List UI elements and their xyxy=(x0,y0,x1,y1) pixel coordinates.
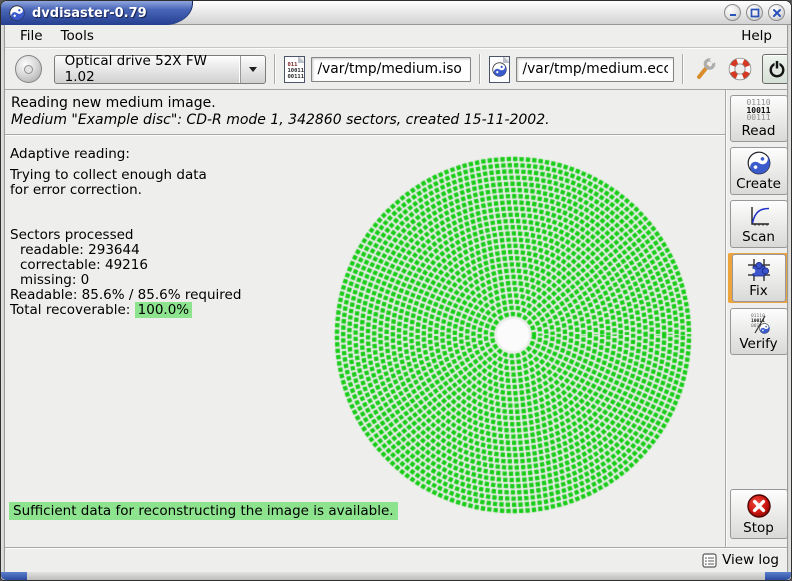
status-header: Reading new medium image. Medium "Exampl… xyxy=(1,90,725,134)
disc-spiral-visualization xyxy=(328,150,698,520)
binary-rows-icon: 01110 10011 00111 xyxy=(746,99,770,122)
fix-highlight: Fix xyxy=(728,253,790,303)
menu-help[interactable]: Help xyxy=(732,26,781,46)
verify-icon: 01110 10011 00111 xyxy=(746,312,772,335)
ecc-path-input[interactable] xyxy=(516,57,674,82)
app-yinyang-icon xyxy=(9,5,25,21)
create-button[interactable]: Create xyxy=(730,147,788,195)
stop-icon xyxy=(746,493,772,519)
body: Reading new medium image. Medium "Exampl… xyxy=(1,90,791,547)
verify-label: Verify xyxy=(739,336,777,352)
success-message: Sufficient data for reconstructing the i… xyxy=(9,502,398,520)
lifebuoy-icon xyxy=(727,56,753,82)
help-button[interactable] xyxy=(727,56,753,82)
create-label: Create xyxy=(736,176,781,192)
stop-label: Stop xyxy=(743,520,774,536)
ecc-yinyang-icon xyxy=(492,62,507,77)
action-sidebar: 01110 10011 00111 Read Create Scan xyxy=(725,90,791,547)
menu-file[interactable]: File xyxy=(11,26,52,46)
minimize-icon xyxy=(728,8,738,18)
toolbar: Optical drive 52X FW 1.02 011 10011 0011… xyxy=(1,48,791,90)
close-icon xyxy=(772,8,782,18)
total-recoverable-value: 100.0% xyxy=(135,302,192,318)
optical-drive-icon xyxy=(15,55,42,83)
menu-tools[interactable]: Tools xyxy=(52,26,103,46)
mode-label: Adaptive reading: xyxy=(10,147,241,162)
status-line2: Medium "Example disc": CD-R mode 1, 3428… xyxy=(11,112,725,128)
sectors-title: Sectors processed xyxy=(10,228,241,243)
scan-curve-icon xyxy=(747,204,771,228)
window-frame-right xyxy=(787,25,791,572)
stop-button[interactable]: Stop xyxy=(730,489,788,539)
total-recoverable: Total recoverable: 100.0% xyxy=(10,303,241,318)
view-log-button[interactable]: View log xyxy=(722,552,779,568)
iso-path-input[interactable] xyxy=(311,57,471,82)
toolbar-separator xyxy=(274,54,276,84)
toolbar-separator xyxy=(682,54,684,84)
minimize-button[interactable] xyxy=(724,4,741,21)
sectors-correctable: correctable: 49216 xyxy=(10,258,241,273)
adaptive-reading-panel: Adaptive reading: Trying to collect enou… xyxy=(10,147,241,318)
desc-line1: Trying to collect enough data xyxy=(10,168,241,183)
ecc-file-icon xyxy=(489,56,510,83)
app-window: dvdisaster-0.79 File Tools Help Optical … xyxy=(0,0,792,581)
iso-file-icon: 011 10011 00111 xyxy=(284,56,305,83)
desc-line2: for error correction. xyxy=(10,183,241,198)
sectors-readable: readable: 293644 xyxy=(10,243,241,258)
maximize-icon xyxy=(750,8,760,18)
window-frame-left xyxy=(1,25,5,572)
toolbar-separator xyxy=(479,54,481,84)
window-title: dvdisaster-0.79 xyxy=(32,6,147,21)
scan-button[interactable]: Scan xyxy=(730,200,788,248)
drive-selector[interactable]: Optical drive 52X FW 1.02 xyxy=(54,55,267,84)
yinyang-icon xyxy=(747,151,771,175)
chevron-down-icon xyxy=(249,67,257,72)
view-log-icon xyxy=(702,553,717,568)
drive-selector-arrow[interactable] xyxy=(240,56,265,83)
reading-area: Adaptive reading: Trying to collect enou… xyxy=(1,136,725,547)
drive-selector-value: Optical drive 52X FW 1.02 xyxy=(65,53,231,85)
statusbar: View log xyxy=(1,547,791,572)
preferences-button[interactable] xyxy=(692,56,718,82)
maximize-button[interactable] xyxy=(746,4,763,21)
read-button[interactable]: 01110 10011 00111 Read xyxy=(730,95,788,142)
titlebar: dvdisaster-0.79 xyxy=(1,1,791,25)
fix-button[interactable]: Fix xyxy=(732,254,786,302)
scan-label: Scan xyxy=(742,229,775,245)
fix-label: Fix xyxy=(749,283,768,299)
verify-button[interactable]: 01110 10011 00111 Verify xyxy=(730,308,788,355)
readable-summary: Readable: 85.6% / 85.6% required xyxy=(10,288,241,303)
status-line1: Reading new medium image. xyxy=(11,95,725,111)
read-label: Read xyxy=(742,123,776,139)
menubar: File Tools Help xyxy=(1,25,791,48)
titlebar-tab: dvdisaster-0.79 xyxy=(1,1,193,25)
wrench-icon xyxy=(692,56,718,82)
close-button[interactable] xyxy=(768,4,785,21)
window-frame-bottom xyxy=(1,572,791,580)
puzzle-icon xyxy=(746,258,772,282)
window-controls xyxy=(724,4,785,21)
power-icon xyxy=(767,59,787,79)
sectors-missing: missing: 0 xyxy=(10,273,241,288)
